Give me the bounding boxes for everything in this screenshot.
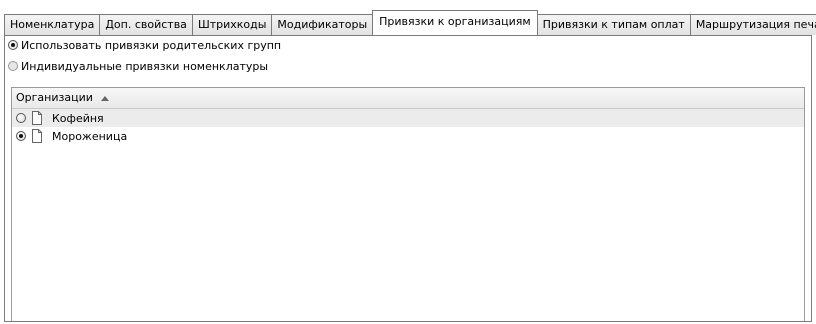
- organizations-list: Организации Кофейня Мороженица: [11, 87, 805, 321]
- organizations-column-header[interactable]: Организации: [12, 88, 804, 109]
- tab-organization-bindings[interactable]: Привязки к организациям: [372, 10, 538, 35]
- tab-modifiers[interactable]: Модификаторы: [271, 14, 374, 35]
- organization-label: Кофейня: [52, 111, 104, 125]
- organization-radio-kofeynya[interactable]: [16, 113, 26, 123]
- organization-row-kofeynya[interactable]: Кофейня: [12, 109, 804, 127]
- use-parent-bindings-option[interactable]: Использовать привязки родительских групп: [8, 36, 281, 54]
- tab-print-routing[interactable]: Маршрутизация печати: [689, 14, 816, 35]
- tab-bar: Номенклатура Доп. свойства Штрихкоды Мод…: [4, 10, 816, 35]
- sort-ascending-icon: [100, 95, 109, 101]
- individual-bindings-option[interactable]: Индивидуальные привязки номенклатуры: [8, 57, 268, 75]
- tab-additional-properties[interactable]: Доп. свойства: [99, 14, 193, 35]
- organization-label: Мороженица: [52, 129, 128, 143]
- individual-bindings-label: Индивидуальные привязки номенклатуры: [21, 59, 269, 73]
- organizations-column-label: Организации: [16, 91, 93, 104]
- item-editor-window: Номенклатура Доп. свойства Штрихкоды Мод…: [4, 8, 816, 322]
- organization-row-morozhenitsa[interactable]: Мороженица: [12, 127, 804, 145]
- organization-bindings-panel: Использовать привязки родительских групп…: [4, 35, 812, 322]
- tab-barcodes[interactable]: Штрихкоды: [191, 14, 273, 35]
- tab-nomenclature[interactable]: Номенклатура: [4, 14, 101, 35]
- use-parent-bindings-label: Использовать привязки родительских групп: [21, 38, 282, 52]
- document-icon: [32, 111, 42, 125]
- individual-bindings-radio[interactable]: [8, 61, 18, 71]
- organization-radio-morozhenitsa[interactable]: [16, 131, 26, 141]
- use-parent-bindings-radio[interactable]: [8, 40, 18, 50]
- tab-payment-type-bindings[interactable]: Привязки к типам оплат: [536, 14, 691, 35]
- document-icon: [32, 129, 42, 143]
